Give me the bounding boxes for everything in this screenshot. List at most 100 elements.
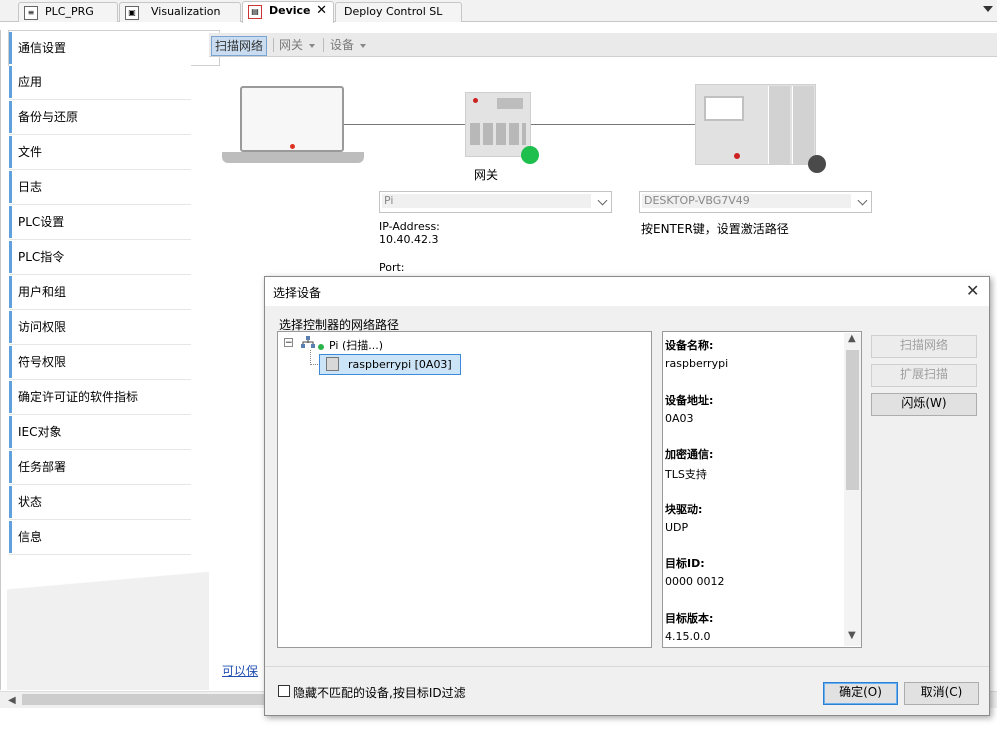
nav-item-label: 应用 — [18, 75, 43, 89]
plc-module — [792, 86, 814, 164]
nav-item[interactable]: 文件 — [9, 135, 191, 170]
collapse-icon[interactable]: − — [284, 338, 293, 348]
toolbar-separator — [323, 38, 324, 52]
scan-network-dialog-button[interactable]: 扫描网络 — [871, 335, 977, 358]
document-icon: ≡ — [24, 6, 38, 20]
nav-item-accent — [9, 381, 12, 413]
device-info-panel — [662, 331, 862, 648]
info-value: raspberrypi — [665, 357, 729, 370]
close-icon[interactable]: ✕ — [966, 281, 979, 300]
nav-item[interactable]: PLC设置 — [9, 205, 191, 240]
nav-item[interactable]: 符号权限 — [9, 345, 191, 380]
nav-item[interactable]: 任务部署 — [9, 450, 191, 485]
nav-item[interactable]: PLC指令 — [9, 240, 191, 275]
nav-item[interactable]: 备份与还原 — [9, 100, 191, 135]
nav-item-accent — [9, 486, 12, 518]
hide-unmatched-label[interactable]: 隐藏不匹配的设备,按目标ID过滤 — [293, 684, 466, 701]
nav-item-accent — [9, 311, 12, 343]
ip-address-value: 10.40.42.3 — [379, 233, 439, 246]
scrollbar-thumb[interactable] — [22, 694, 267, 705]
nav-item[interactable]: 访问权限 — [9, 310, 191, 345]
info-key: 加密通信: — [665, 448, 714, 461]
chevron-down-icon[interactable]: ▼ — [848, 630, 856, 641]
nav-item-accent — [9, 416, 12, 448]
gateway-menu-label: 网关 — [279, 38, 304, 52]
nav-item-label: 确定许可证的软件指标 — [18, 390, 139, 404]
nav-border — [0, 30, 1, 690]
chevron-down-icon — [360, 43, 367, 48]
nav-item-accent — [9, 521, 12, 553]
tab-label: PLC_PRG — [45, 5, 94, 18]
nav-item-label: 信息 — [18, 530, 43, 544]
info-value: TLS支持 — [665, 468, 707, 481]
tab-list-dropdown-icon[interactable] — [983, 6, 993, 12]
info-scrollbar-thumb[interactable] — [846, 350, 859, 490]
device-status-indicator — [808, 155, 826, 173]
info-key: 设备名称: — [665, 339, 714, 352]
save-link[interactable]: 可以保 — [222, 662, 258, 679]
comm-toolbar: 扫描网络 网关 设备 — [209, 33, 997, 57]
info-value: UDP — [665, 520, 689, 534]
device-select[interactable]: DESKTOP-VBG7V49 — [639, 191, 872, 213]
ip-address-label: IP-Address: — [379, 220, 440, 233]
nav-item[interactable]: 应用 — [9, 65, 191, 100]
scroll-left-icon[interactable]: ◀ — [8, 695, 16, 706]
laptop-base — [222, 152, 364, 163]
nav-item-label: 备份与还原 — [18, 110, 79, 124]
close-tab-icon[interactable]: ✕ — [316, 2, 327, 20]
hide-unmatched-checkbox[interactable] — [278, 685, 290, 697]
tab-label: Deploy Control SL — [344, 5, 443, 18]
gateway-led — [473, 98, 478, 103]
tab-plc-prg[interactable]: ≡ PLC_PRG — [18, 2, 118, 22]
extended-scan-button[interactable]: 扩展扫描 — [871, 364, 977, 387]
network-gateway-icon — [301, 336, 315, 349]
tab-visualization[interactable]: ▣ Visualization — [119, 2, 241, 22]
cancel-button[interactable]: 取消(C) — [904, 682, 979, 705]
info-key: 目标版本: — [665, 611, 714, 625]
laptop-icon — [240, 86, 344, 152]
wink-button[interactable]: 闪烁(W) — [871, 393, 977, 416]
nav-item-label: 任务部署 — [18, 460, 67, 474]
gateway-ports — [470, 123, 526, 145]
gateway-status-indicator — [521, 146, 539, 164]
info-value: 4.15.0.0 — [665, 629, 711, 643]
laptop-indicator — [290, 144, 295, 149]
nav-item-accent — [9, 101, 12, 133]
nav-item-accent — [9, 136, 12, 168]
network-tree[interactable] — [277, 331, 652, 648]
editor-tab-bar: ≡ PLC_PRG ▣ Visualization ▤ Device ✕ Dep… — [0, 0, 997, 23]
nav-item[interactable]: 状态 — [9, 485, 191, 520]
activate-path-hint: 按ENTER键，设置激活路径 — [641, 222, 789, 236]
nav-item[interactable]: 通信设置 — [8, 30, 220, 66]
gateway-select[interactable]: Pi — [379, 191, 612, 213]
nav-item[interactable]: IEC对象 — [9, 415, 191, 450]
tree-root-label[interactable]: Pi (扫描...) — [329, 337, 383, 353]
scan-network-button[interactable]: 扫描网络 — [211, 36, 268, 56]
nav-item-accent — [9, 241, 12, 273]
device-icon: ▤ — [248, 5, 262, 19]
tab-deploy-control-sl[interactable]: Deploy Control SL — [335, 2, 462, 22]
nav-item-label: PLC指令 — [18, 250, 65, 264]
nav-item[interactable]: 日志 — [9, 170, 191, 205]
chevron-up-icon[interactable]: ▲ — [848, 333, 856, 344]
gateway-menu-button[interactable]: 网关 — [279, 36, 316, 54]
nav-item-label: 文件 — [18, 145, 43, 159]
nav-item-label: 状态 — [18, 495, 43, 509]
chevron-down-icon — [309, 43, 316, 48]
visualization-icon: ▣ — [125, 6, 139, 20]
device-menu-button[interactable]: 设备 — [330, 36, 367, 54]
nav-item[interactable]: 用户和组 — [9, 275, 191, 310]
nav-item-label: 日志 — [18, 180, 43, 194]
toolbar-separator — [273, 38, 274, 52]
nav-item-accent — [9, 171, 12, 203]
tree-item-label: raspberrypi [0A03] — [348, 358, 452, 371]
nav-item-accent — [9, 346, 12, 378]
tab-label: Visualization — [151, 5, 221, 18]
chevron-down-icon — [597, 195, 608, 206]
ok-button[interactable]: 确定(O) — [823, 682, 898, 705]
chevron-down-icon — [857, 195, 868, 206]
nav-item[interactable]: 信息 — [9, 520, 191, 555]
nav-item[interactable]: 确定许可证的软件指标 — [9, 380, 191, 415]
tab-device[interactable]: ▤ Device ✕ — [242, 1, 334, 23]
info-key: 设备地址: — [665, 393, 714, 407]
